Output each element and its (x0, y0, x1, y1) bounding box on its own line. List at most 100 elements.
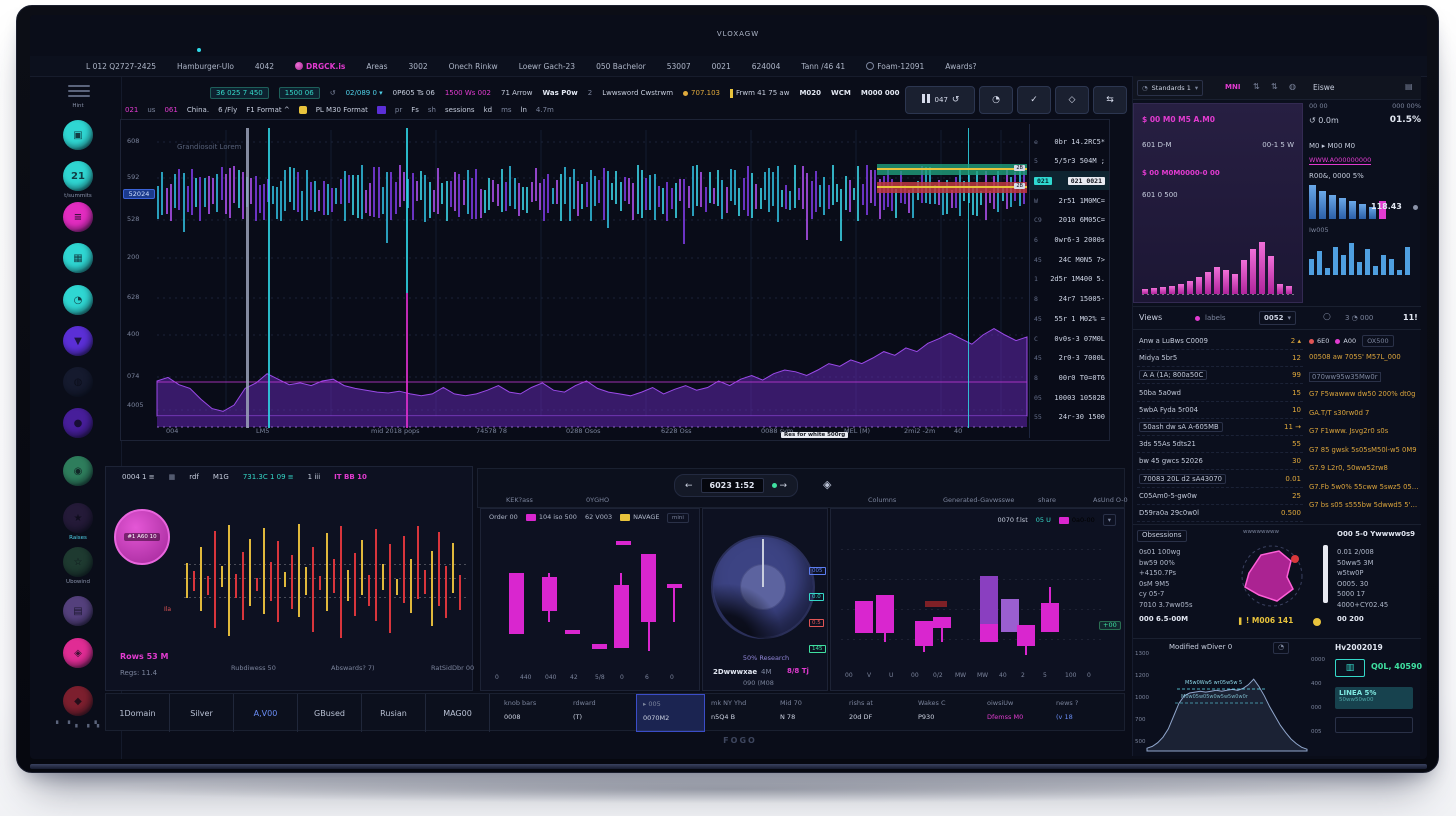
menu-item-0[interactable]: L 012 Q2727-2425 (86, 62, 156, 71)
ladder-row[interactable]: 5524r-30 1500 (1030, 408, 1109, 427)
menu-item-1[interactable]: Hamburger-Ulo (177, 62, 234, 71)
hamburger-menu-icon[interactable] (68, 85, 90, 98)
footer-tab-2[interactable]: A,V00 (234, 694, 298, 732)
prev-button[interactable]: ← (685, 481, 693, 491)
sidebar-item-sphere[interactable]: ● (63, 408, 93, 438)
footer-tab-3[interactable]: GBused (298, 694, 362, 732)
next-button[interactable]: → (772, 481, 788, 491)
main-price-chart[interactable]: 2B2B608592528200628400074400552024Grandi… (120, 119, 1110, 441)
bl-header-chip-5[interactable]: 1 iii (308, 473, 321, 481)
sidebar-item-grid[interactable]: ▦ (63, 243, 93, 273)
toolbar2-chip-11[interactable]: sh (428, 106, 436, 114)
circle-icon[interactable]: ○ (1323, 313, 1331, 323)
market-row-2[interactable]: A A (1A; 800a50C99 (1137, 367, 1303, 384)
log-badge-2[interactable]: OX500 (1362, 335, 1394, 347)
market-row-9[interactable]: C05Am0-5-gw0w25 (1137, 488, 1303, 505)
log-row-7[interactable]: G7.Fb 5w0% 55cww 5swz5 05d5 (1309, 483, 1419, 491)
market-row-5[interactable]: 50ash dw sA A-605MB11 → (1137, 419, 1303, 436)
ladder-row[interactable]: e0br 14.2RC5* (1030, 132, 1109, 151)
menu-item-9[interactable]: 53007 (667, 62, 691, 71)
sidebar-item-city[interactable]: ▤ (63, 596, 93, 626)
menu-item-8[interactable]: 050 Bachelor (596, 62, 646, 71)
toolbar1-chip-7[interactable]: Was P0w (542, 89, 577, 97)
toolbar1-chip-4[interactable]: 0P605 Ts 06 (393, 89, 435, 97)
footer-tab-0[interactable]: 1Domain (106, 694, 170, 732)
market-row-10[interactable]: D59ra0a 29c0w0l0.500 (1137, 505, 1303, 522)
toolbar1-chip-10[interactable]: 707.103 (683, 89, 720, 97)
toolbar-chart-mode-button[interactable]: ◔ (979, 86, 1013, 114)
time-display[interactable]: 6023 1:52 (701, 478, 764, 493)
log-badge-1[interactable]: A00 (1335, 337, 1356, 345)
toolbar2-chip-1[interactable]: us (147, 106, 155, 114)
sidebar-item-camera[interactable]: ◈ (63, 638, 93, 668)
teal-badge[interactable]: ▥ (1335, 659, 1365, 677)
sidebar-item-wallet[interactable]: ▼ (63, 326, 93, 356)
toolbar-settings-sliders-button[interactable]: ⇆ (1093, 86, 1127, 114)
sidebar-item-calendar-21[interactable]: 21 (63, 161, 93, 191)
toolbar2-chip-9[interactable]: pr (395, 106, 402, 114)
toolbar1-chip-1[interactable]: 1500 06 (279, 87, 320, 99)
footer-tab-5[interactable]: MAG00 (426, 694, 490, 732)
toolbar2-chip-3[interactable]: China. (187, 106, 209, 114)
toolbar2-chip-16[interactable]: 4.7m (536, 106, 554, 114)
log-row-1[interactable]: 070ww95w35Mw0r (1309, 372, 1381, 382)
market-row-1[interactable]: Midya 5br512 (1137, 350, 1303, 367)
toolbar2-chip-4[interactable]: 6 /Fly (218, 106, 237, 114)
mini-icon[interactable]: ▚ (95, 721, 100, 728)
toolbar2-chip-2[interactable]: 061 (164, 106, 177, 114)
mini-icon[interactable]: ▘ (56, 721, 61, 728)
sidebar-item-market[interactable]: ▣ (63, 120, 93, 150)
market-select[interactable]: 0052▾ (1259, 311, 1296, 325)
market-row-6[interactable]: 3ds 55As 5dts2155 (1137, 436, 1303, 453)
toolbar1-chip-3[interactable]: 02/089 0 ▾ (346, 89, 383, 97)
menu-item-6[interactable]: Onech Rinkw (449, 62, 498, 71)
stat-link[interactable]: WWW.A000000000 (1309, 157, 1371, 165)
sort-icon-1[interactable]: ⇅ (1271, 83, 1278, 92)
menu-item-11[interactable]: 624004 (752, 62, 781, 71)
ladder-row[interactable]: 021021 0021 (1030, 171, 1109, 190)
toolbar2-chip-13[interactable]: kd (484, 106, 493, 114)
toolbar1-chip-0[interactable]: 36 025 7 450 (210, 87, 269, 99)
toolbar1-chip-11[interactable]: Frwm 41 75 aw (730, 89, 789, 98)
toolbar2-chip-10[interactable]: Fs (411, 106, 419, 114)
footer-tab-1[interactable]: Silver (170, 694, 234, 732)
toolbar-pause-refresh-button[interactable]: 047↺ (905, 86, 975, 114)
log-row-6[interactable]: G7.9 L2r0, 50ww52rw8 (1309, 464, 1388, 472)
toolbar1-chip-14[interactable]: M000 000 (861, 89, 900, 97)
toolbar1-chip-2[interactable]: ↺ (330, 89, 336, 97)
sidebar-item-crab[interactable]: ◆ (63, 686, 93, 716)
market-row-8[interactable]: 70083 20L d2 sA430700.01 (1137, 471, 1303, 488)
sort-icon-0[interactable]: ⇅ (1253, 83, 1260, 92)
market-row-7[interactable]: bw 45 gwcs 5202630 (1137, 453, 1303, 470)
menu-item-14[interactable]: Awards? (945, 62, 976, 71)
market-row-4[interactable]: 5wbA Fyda 5r00410 (1137, 402, 1303, 419)
ladder-row[interactable]: C92010 6M05C= (1030, 211, 1109, 230)
log-row-8[interactable]: G7 bs s05 s555bw 5dwwd5 5'5www5d (1309, 501, 1419, 509)
sidebar-item-leaf[interactable]: ☆ (63, 547, 93, 577)
ladder-row[interactable]: W2r51 1M0MC= (1030, 191, 1109, 210)
sidebar-item-orders[interactable]: ≡ (63, 202, 93, 232)
market-row-0[interactable]: Anw a LuBws C00092 ▴ (1137, 333, 1303, 350)
ladder-row[interactable]: 60wr6-3 2000s (1030, 231, 1109, 250)
toolbar-pan-button[interactable]: ◇ (1055, 86, 1089, 114)
slider-handle[interactable] (1323, 545, 1328, 603)
menu-item-2[interactable]: 4042 (255, 62, 274, 71)
log-row-2[interactable]: G7 F5wawww dw50 200% dt0g (1309, 390, 1415, 398)
menu-item-5[interactable]: 3002 (409, 62, 428, 71)
ladder-row[interactable]: C0v0s-3 07M0L (1030, 329, 1109, 348)
ladder-row[interactable]: 12d5r 1M400 5. (1030, 270, 1109, 289)
market-row-3[interactable]: 50ba 5a0wd15 (1137, 385, 1303, 402)
toolbar2-chip-5[interactable]: F1 Format ^ (246, 106, 289, 114)
footer-tab-4[interactable]: Rusian (362, 694, 426, 732)
toolbar2-chip-14[interactable]: ms (501, 106, 511, 114)
menu-item-4[interactable]: Areas (366, 62, 387, 71)
ladder-row[interactable]: 4524C M0N5 7> (1030, 250, 1109, 269)
bl-header-chip-0[interactable]: 0004 1 ≡ (122, 473, 155, 481)
toolbar2-chip-7[interactable]: PL M30 Format (316, 106, 368, 114)
obsessions-title[interactable]: Obsessions (1137, 530, 1187, 542)
toolbar1-chip-12[interactable]: M020 (799, 89, 821, 97)
log-row-4[interactable]: G7 F1www. Jsvg2r0 s0s (1309, 427, 1388, 435)
ladder-row[interactable]: 452r0-3 7000L (1030, 349, 1109, 368)
teal-block[interactable]: LINEA 5%50ww50w00 (1335, 687, 1413, 709)
toolbar2-chip-0[interactable]: 021 (125, 106, 138, 114)
